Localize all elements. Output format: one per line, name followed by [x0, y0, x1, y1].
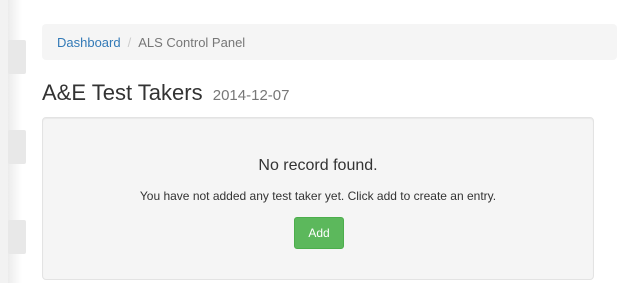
page-title-date: 2014-12-07	[212, 87, 290, 104]
add-button[interactable]: Add	[294, 217, 344, 249]
sidebar-ghost-block	[8, 220, 26, 254]
breadcrumb-separator: /	[127, 34, 132, 50]
empty-state-title: No record found.	[258, 157, 378, 174]
left-sidebar-edge	[0, 0, 8, 283]
empty-state-message: You have not added any test taker yet. C…	[139, 189, 497, 203]
page-title: A&E Test Takers 2014-12-07	[42, 80, 289, 109]
empty-state-panel: No record found. You have not added any …	[42, 117, 594, 280]
page-title-text: A&E Test Takers	[42, 80, 203, 105]
sidebar-ghost-block	[8, 40, 26, 74]
breadcrumb-current: ALS Control Panel	[138, 34, 246, 50]
sidebar-ghost-block	[8, 130, 26, 164]
breadcrumb: Dashboard / ALS Control Panel	[42, 24, 617, 60]
breadcrumb-dashboard-link[interactable]: Dashboard	[57, 35, 121, 50]
